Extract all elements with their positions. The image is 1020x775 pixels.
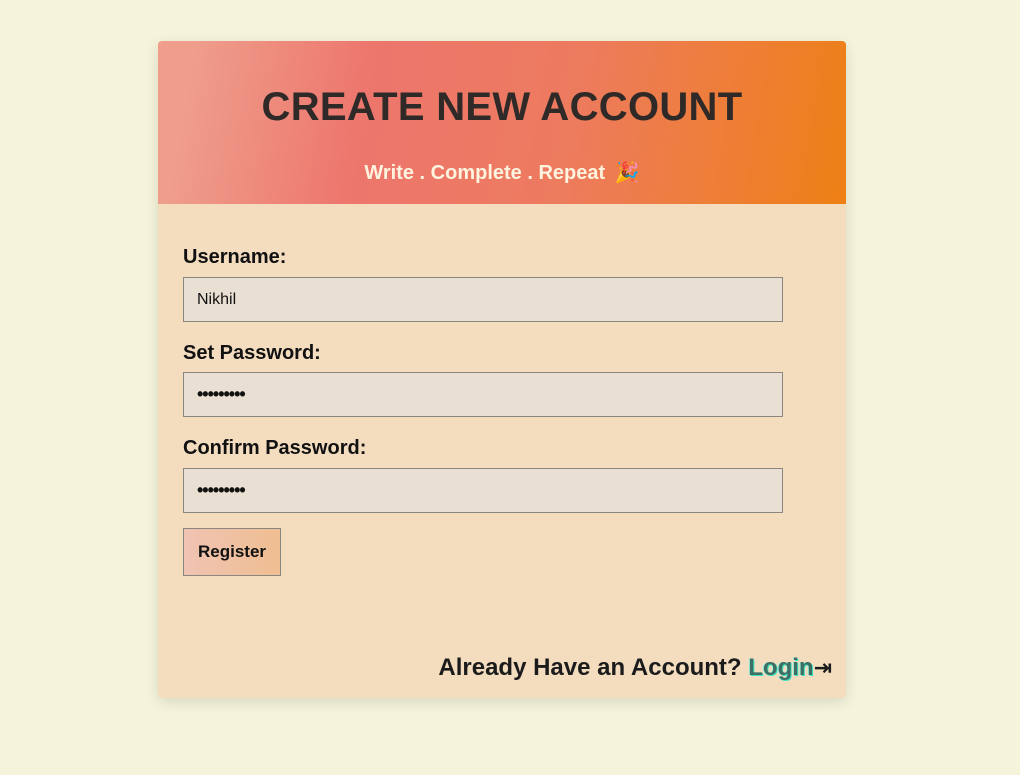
login-prompt-text: Already Have an Account? <box>438 654 742 681</box>
tagline: Write . Complete . Repeat 🎉 <box>158 160 846 185</box>
confirm-password-label: Confirm Password: <box>183 437 367 459</box>
login-link[interactable]: Login <box>748 654 813 681</box>
login-prompt: Already Have an Account? Login⇥ <box>438 654 832 682</box>
party-popper-icon: 🎉 <box>614 162 640 184</box>
set-password-input[interactable]: ••••••••• <box>183 372 783 417</box>
page-title: CREATE NEW ACCOUNT <box>261 85 743 129</box>
tagline-text: Write . Complete . Repeat <box>364 162 606 184</box>
register-button[interactable]: Register <box>183 528 281 576</box>
login-arrow-icon[interactable]: ⇥ <box>814 655 832 680</box>
username-label: Username: <box>183 246 287 268</box>
card-header: CREATE NEW ACCOUNT Write . Complete . Re… <box>158 41 846 204</box>
username-input[interactable]: Nikhil <box>183 277 783 322</box>
signup-card: CREATE NEW ACCOUNT Write . Complete . Re… <box>158 41 846 698</box>
confirm-password-input[interactable]: ••••••••• <box>183 468 783 513</box>
set-password-label: Set Password: <box>183 342 321 364</box>
